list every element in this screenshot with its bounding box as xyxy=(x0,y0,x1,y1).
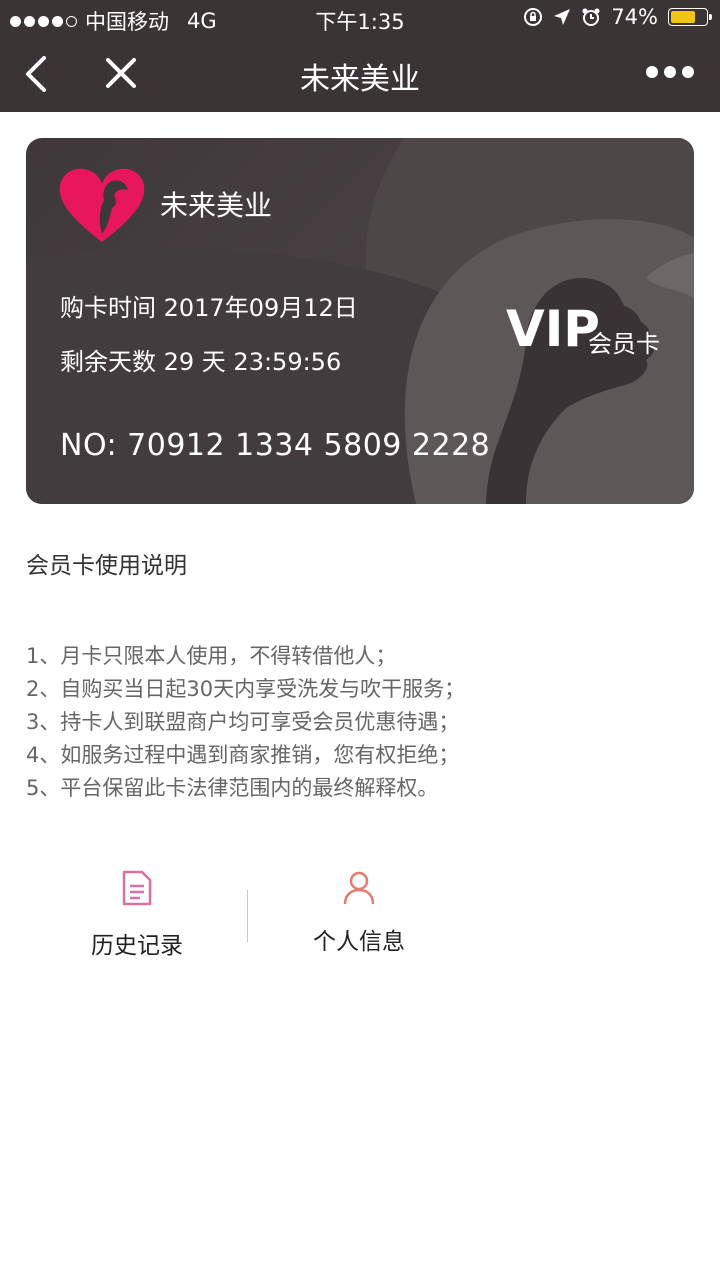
alarm-icon xyxy=(582,8,600,26)
vip-card-label: 会员卡 xyxy=(588,330,660,358)
battery-percent: 74% xyxy=(611,5,658,29)
remaining-days: 剩余天数 29 天 23:59:56 xyxy=(60,348,342,376)
person-icon xyxy=(343,871,375,905)
purchase-date: 购卡时间 2017年09月12日 xyxy=(60,294,358,322)
more-dots-icon[interactable] xyxy=(646,66,694,78)
list-item: 4、如服务过程中遇到商家推销，您有权拒绝； xyxy=(26,743,460,767)
document-icon xyxy=(122,870,152,906)
list-item: 3、持卡人到联盟商户均可享受会员优惠待遇； xyxy=(26,710,460,734)
divider xyxy=(247,890,248,942)
vip-card: 未来美业 购卡时间 2017年09月12日 剩余天数 29 天 23:59:56… xyxy=(26,138,694,504)
list-item: 5、平台保留此卡法律范围内的最终解释权。 xyxy=(26,776,439,800)
history-label: 历史记录 xyxy=(91,933,183,959)
battery-icon xyxy=(668,8,712,26)
rotation-lock-icon xyxy=(524,8,543,26)
card-brand-name: 未来美业 xyxy=(160,189,273,222)
instructions-list: 1、月卡只限本人使用，不得转借他人； 2、自购买当日起30天内享受洗发与吹干服务… xyxy=(26,640,465,805)
page-title: 未来美业 xyxy=(300,62,420,97)
vip-label: VIP xyxy=(506,300,600,358)
instructions-title: 会员卡使用说明 xyxy=(26,553,187,579)
brand-logo-icon xyxy=(59,168,145,242)
list-item: 2、自购买当日起30天内享受洗发与吹干服务； xyxy=(26,677,466,701)
status-bar: 中国移动 4G 下午1:35 74% xyxy=(0,0,720,36)
profile-button[interactable]: 个人信息 xyxy=(269,870,449,956)
location-arrow-icon xyxy=(554,9,571,25)
card-number: NO: 70912 1334 5809 2228 xyxy=(60,428,491,463)
history-button[interactable]: 历史记录 xyxy=(47,870,227,960)
navigation-bar: 未来美业 xyxy=(0,36,720,112)
list-item: 1、月卡只限本人使用，不得转借他人； xyxy=(26,644,397,668)
profile-label: 个人信息 xyxy=(313,929,405,955)
